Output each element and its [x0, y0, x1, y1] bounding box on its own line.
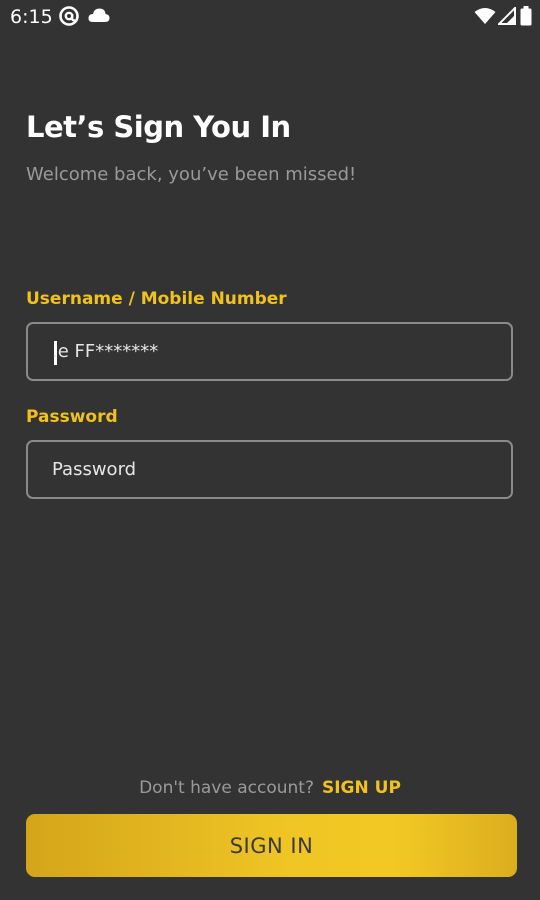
status-bar: 6:15: [0, 0, 540, 34]
page-subtitle: Welcome back, you’ve been missed!: [26, 164, 357, 185]
signal-icon: [496, 5, 516, 30]
username-field[interactable]: [26, 322, 513, 381]
password-label: Password: [26, 407, 118, 427]
signup-row: Don't have account? SIGN UP: [0, 778, 540, 798]
at-sign-icon: [58, 5, 80, 32]
password-input[interactable]: [52, 442, 492, 497]
battery-icon: [520, 6, 532, 31]
signin-button[interactable]: SIGN IN: [26, 814, 517, 877]
wifi-icon: [474, 7, 496, 30]
password-field[interactable]: [26, 440, 513, 499]
signup-link[interactable]: SIGN UP: [322, 778, 401, 798]
cloud-icon: [88, 7, 110, 28]
login-screen: 6:15 Let’s Sign You In Welcome back, you…: [0, 0, 540, 900]
username-label: Username / Mobile Number: [26, 289, 287, 309]
username-input[interactable]: [52, 324, 492, 379]
status-time: 6:15: [10, 6, 53, 28]
page-title: Let’s Sign You In: [26, 110, 291, 144]
signup-prompt: Don't have account?: [139, 778, 314, 798]
